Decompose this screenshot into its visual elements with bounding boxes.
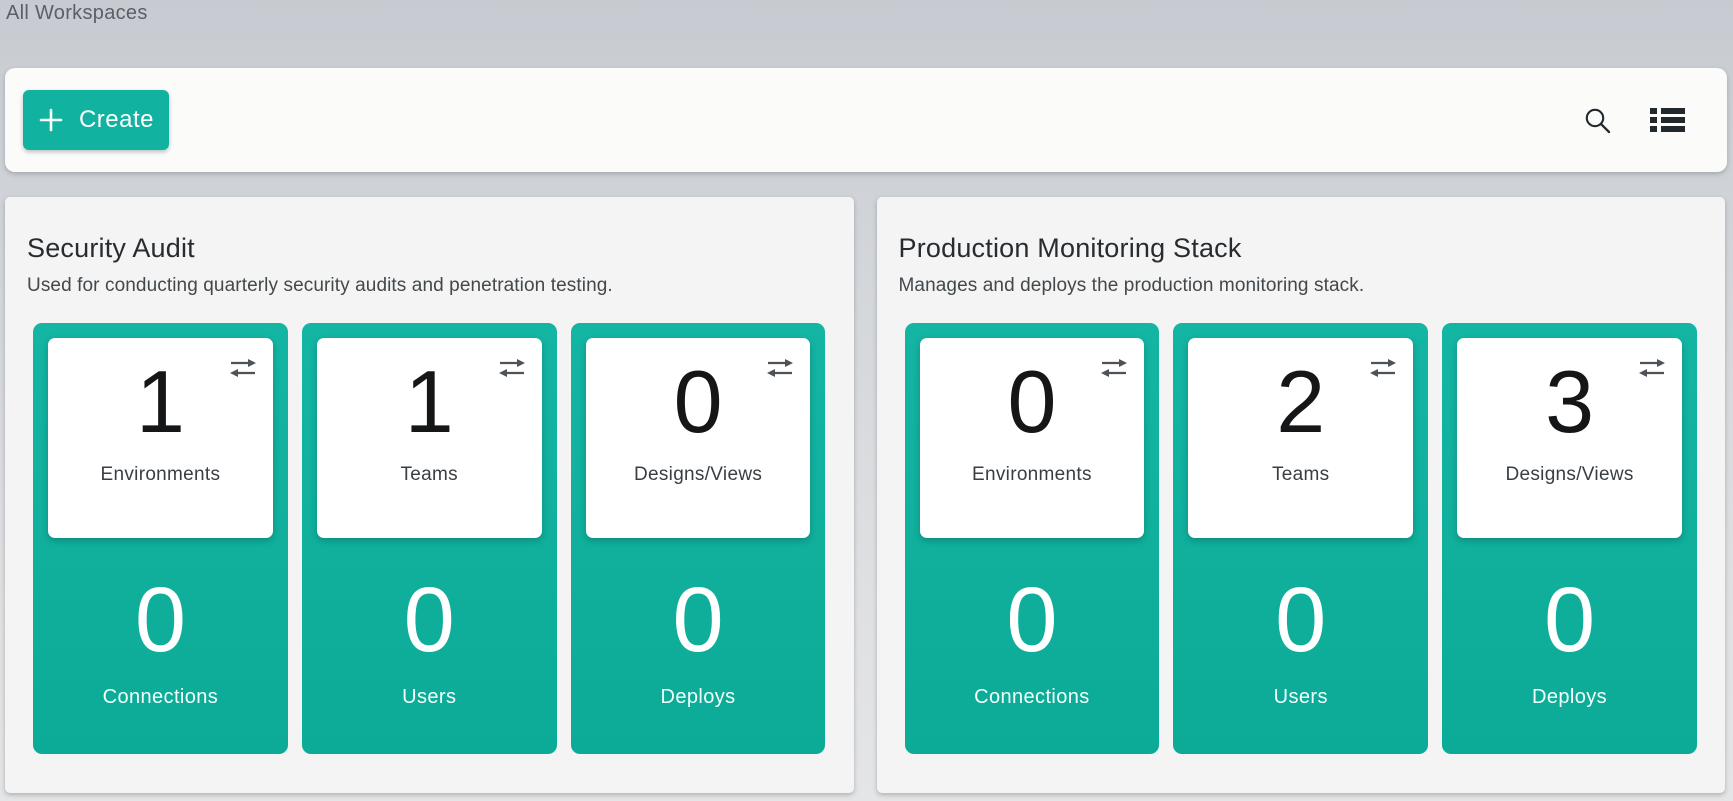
primary-count: 2 (1276, 358, 1325, 446)
stat-tile-primary: 0 Environments (920, 338, 1145, 538)
stat-tile-secondary: 0 Connections (48, 574, 273, 709)
workspace-card-production-monitoring-stack[interactable]: Production Monitoring Stack Manages and … (877, 197, 1726, 793)
page-title: All Workspaces (6, 2, 148, 25)
stat-tile-secondary: 0 Deploys (586, 574, 811, 709)
workspace-title: Security Audit (27, 233, 832, 264)
stat-tile-primary: 1 Teams (317, 338, 542, 538)
workspace-title: Production Monitoring Stack (899, 233, 1704, 264)
primary-count: 1 (405, 358, 454, 446)
secondary-label: Deploys (586, 686, 811, 709)
primary-count: 1 (136, 358, 185, 446)
stat-tile-teams[interactable]: 1 Teams 0 Users (302, 323, 557, 754)
swap-horizontal-arrows-icon[interactable] (228, 358, 258, 383)
primary-label: Teams (401, 464, 458, 486)
primary-count: 3 (1545, 358, 1594, 446)
swap-horizontal-arrows-icon[interactable] (497, 358, 527, 383)
swap-horizontal-arrows-icon[interactable] (765, 358, 795, 383)
secondary-count: 0 (586, 574, 811, 666)
workspace-card-security-audit[interactable]: Security Audit Used for conducting quart… (5, 197, 854, 793)
plus-icon (38, 107, 64, 133)
stat-tile-secondary: 0 Connections (920, 574, 1145, 709)
primary-label: Designs/Views (634, 464, 762, 486)
stat-tile-designs-views[interactable]: 3 Designs/Views 0 Deploys (1442, 323, 1697, 754)
primary-count: 0 (1007, 358, 1056, 446)
stat-tile-secondary: 0 Users (317, 574, 542, 709)
secondary-label: Connections (48, 686, 273, 709)
swap-horizontal-arrows-icon[interactable] (1099, 358, 1129, 383)
stat-tile-primary: 0 Designs/Views (586, 338, 811, 538)
workspace-description: Manages and deploys the production monit… (899, 275, 1704, 297)
stat-tiles: 0 Environments 0 Connections (905, 323, 1698, 754)
secondary-label: Connections (920, 686, 1145, 709)
stat-tile-secondary: 0 Users (1188, 574, 1413, 709)
stat-tile-primary: 1 Environments (48, 338, 273, 538)
workspace-list: Security Audit Used for conducting quart… (5, 197, 1725, 793)
secondary-count: 0 (1188, 574, 1413, 666)
secondary-label: Users (1188, 686, 1413, 709)
stat-tile-primary: 3 Designs/Views (1457, 338, 1682, 538)
primary-count: 0 (674, 358, 723, 446)
stat-tile-secondary: 0 Deploys (1457, 574, 1682, 709)
toolbar: Create (5, 68, 1727, 172)
secondary-count: 0 (317, 574, 542, 666)
secondary-count: 0 (1457, 574, 1682, 666)
stat-tile-teams[interactable]: 2 Teams 0 Users (1173, 323, 1428, 754)
search-icon[interactable] (1579, 102, 1616, 139)
swap-horizontal-arrows-icon[interactable] (1637, 358, 1667, 383)
stat-tile-environments[interactable]: 0 Environments 0 Connections (905, 323, 1160, 754)
workspace-description: Used for conducting quarterly security a… (27, 275, 832, 297)
primary-label: Designs/Views (1505, 464, 1633, 486)
primary-label: Environments (101, 464, 221, 486)
stat-tiles: 1 Environments 0 Connections (33, 323, 826, 754)
create-button-label: Create (79, 106, 154, 134)
stat-tile-primary: 2 Teams (1188, 338, 1413, 538)
secondary-label: Users (317, 686, 542, 709)
secondary-count: 0 (920, 574, 1145, 666)
stat-tile-designs-views[interactable]: 0 Designs/Views 0 Deploys (571, 323, 826, 754)
stat-tile-environments[interactable]: 1 Environments 0 Connections (33, 323, 288, 754)
primary-label: Environments (972, 464, 1092, 486)
swap-horizontal-arrows-icon[interactable] (1368, 358, 1398, 383)
create-button[interactable]: Create (23, 90, 169, 150)
list-view-icon[interactable] (1646, 103, 1689, 137)
primary-label: Teams (1272, 464, 1329, 486)
secondary-label: Deploys (1457, 686, 1682, 709)
secondary-count: 0 (48, 574, 273, 666)
